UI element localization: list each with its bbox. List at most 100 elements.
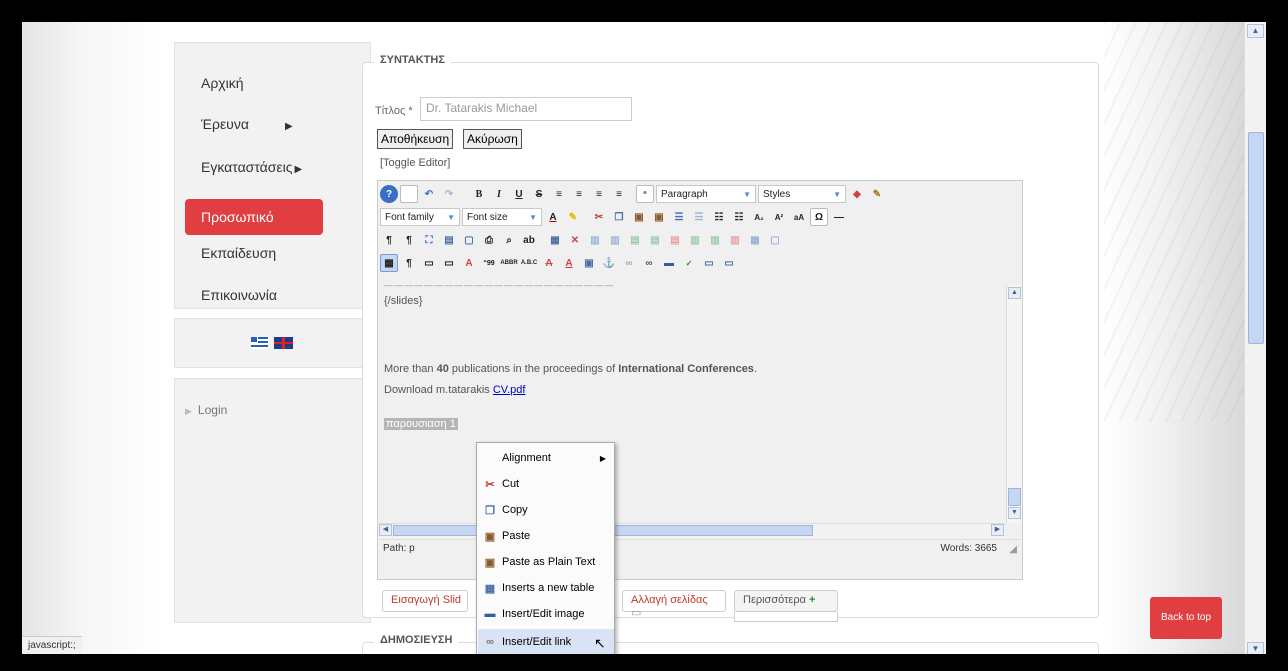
- nav-item-research[interactable]: Έρευνα ▶: [185, 106, 315, 142]
- scroll-down-icon[interactable]: ▼: [1008, 507, 1021, 519]
- help-icon[interactable]: ?: [380, 185, 398, 203]
- link-icon[interactable]: ∞: [640, 254, 658, 272]
- more-button[interactable]: Περισσότερα +: [734, 590, 838, 612]
- split-cells-icon[interactable]: ▦: [746, 231, 764, 249]
- undo-icon[interactable]: ↶: [420, 185, 438, 203]
- preview-icon[interactable]: ▢: [460, 231, 478, 249]
- abbr-icon[interactable]: ABBR: [500, 254, 518, 272]
- format-select[interactable]: Paragraph ▼: [656, 185, 756, 203]
- unlink-icon[interactable]: ∞: [620, 254, 638, 272]
- scroll-thumb[interactable]: [1248, 132, 1264, 344]
- attribs-icon[interactable]: ▣: [580, 254, 598, 272]
- blockquote-icon[interactable]: “: [636, 185, 654, 203]
- highlight-icon[interactable]: ✎: [564, 208, 582, 226]
- align-center-icon[interactable]: ≡: [570, 185, 588, 203]
- cancel-button[interactable]: Ακύρωση: [463, 129, 522, 149]
- visual-aid-icon[interactable]: ▦: [380, 254, 398, 272]
- form-icon[interactable]: ▭: [440, 254, 458, 272]
- menu-item-copy[interactable]: ❐ Copy: [478, 497, 614, 523]
- cite-icon[interactable]: “99: [480, 254, 498, 272]
- insert-text-icon[interactable]: A: [560, 254, 578, 272]
- nav-item-facilities[interactable]: Εγκαταστάσεις ▶: [185, 149, 335, 185]
- new-document-icon[interactable]: [400, 185, 418, 203]
- image-icon[interactable]: ▬: [660, 254, 678, 272]
- title-input[interactable]: Dr. Tatarakis Michael: [420, 97, 632, 121]
- font-color-icon[interactable]: A: [544, 208, 562, 226]
- font-size-select[interactable]: Font size ▼: [462, 208, 542, 226]
- bold-icon[interactable]: B: [470, 185, 488, 203]
- layer-icon[interactable]: ▭: [420, 254, 438, 272]
- anchor-icon[interactable]: ⚓: [600, 254, 618, 272]
- omega-icon[interactable]: Ω: [810, 208, 828, 226]
- row-props-icon[interactable]: ▥: [586, 231, 604, 249]
- paste-icon[interactable]: ▣: [630, 208, 648, 226]
- spellcheck-icon[interactable]: ✓: [680, 254, 698, 272]
- resize-handle-icon[interactable]: ◢: [1009, 544, 1017, 555]
- cv-link[interactable]: CV.pdf: [493, 384, 526, 396]
- nav-item-contact[interactable]: Επικοινωνία: [185, 277, 315, 313]
- insert-row-after-icon[interactable]: ▤: [646, 231, 664, 249]
- scroll-up-icon[interactable]: ▲: [1247, 24, 1264, 38]
- scroll-right-icon[interactable]: ▶: [991, 524, 1004, 536]
- align-right-icon[interactable]: ≡: [590, 185, 608, 203]
- menu-item-cut[interactable]: ✂ Cut: [478, 471, 614, 497]
- subscript-icon[interactable]: A₂: [750, 208, 768, 226]
- nav-item-home[interactable]: Αρχική: [185, 65, 315, 101]
- horizontal-rule-icon[interactable]: —: [830, 208, 848, 226]
- menu-item-insert-image[interactable]: ▬ Insert/Edit image: [478, 601, 614, 627]
- editor-scrollbar[interactable]: ▲ ▼: [1006, 285, 1022, 523]
- bullet-list-icon[interactable]: ☷: [730, 208, 748, 226]
- merge-cells-icon[interactable]: ▢: [766, 231, 784, 249]
- styles-select[interactable]: Styles ▼: [758, 185, 846, 203]
- find-icon[interactable]: ⌕: [500, 231, 518, 249]
- delete-row-icon[interactable]: ▤: [666, 231, 684, 249]
- copy-icon[interactable]: ❐: [610, 208, 628, 226]
- table-icon[interactable]: ▦: [546, 231, 564, 249]
- greek-flag-icon[interactable]: [251, 337, 268, 349]
- menu-item-paste-plain[interactable]: ▣ Paste as Plain Text: [478, 549, 614, 575]
- insert-col-after-icon[interactable]: ▥: [706, 231, 724, 249]
- save-button[interactable]: Αποθήκευση: [377, 129, 454, 149]
- read-more-icon[interactable]: ▭: [720, 254, 738, 272]
- fullscreen-icon[interactable]: ⛶: [420, 231, 438, 249]
- scroll-thumb[interactable]: [1008, 488, 1021, 506]
- outdent-icon[interactable]: ☰: [690, 208, 708, 226]
- scroll-left-icon[interactable]: ◀: [379, 524, 392, 536]
- scroll-down-icon[interactable]: ▼: [1247, 642, 1264, 654]
- editor-content[interactable]: ——————————————————————— {/slides} More t…: [379, 285, 1005, 523]
- align-left-icon[interactable]: ≡: [550, 185, 568, 203]
- align-justify-icon[interactable]: ≡: [610, 185, 628, 203]
- insert-col-icon[interactable]: ▥: [686, 231, 704, 249]
- font-family-select[interactable]: Font family ▼: [380, 208, 460, 226]
- back-to-top-button[interactable]: Back to top: [1150, 597, 1222, 639]
- cell-props-icon[interactable]: ▥: [606, 231, 624, 249]
- insert-row-icon[interactable]: ▤: [626, 231, 644, 249]
- page-break-button[interactable]: Αλλαγή σελίδας ▭: [622, 590, 726, 619]
- nav-item-staff[interactable]: Προσωπικό: [185, 199, 323, 235]
- editor-hscrollbar[interactable]: ◀ ▶: [379, 523, 1005, 537]
- rtl-icon[interactable]: ¶: [400, 231, 418, 249]
- insert-slide-button[interactable]: Εισαγωγή Slid: [382, 590, 468, 612]
- print-icon[interactable]: ⎙: [480, 231, 498, 249]
- eraser-icon[interactable]: ◆: [848, 185, 866, 203]
- menu-item-insert-table[interactable]: ▦ Inserts a new table: [478, 575, 614, 601]
- replace-icon[interactable]: ab: [520, 231, 538, 249]
- login-link[interactable]: ▶ Login: [185, 403, 227, 417]
- page-break-icon[interactable]: ▭: [700, 254, 718, 272]
- text-case-icon[interactable]: aA: [790, 208, 808, 226]
- scissors-icon[interactable]: ✂: [590, 208, 608, 226]
- indent-icon[interactable]: ☰: [670, 208, 688, 226]
- nav-item-education[interactable]: Εκπαίδευση: [185, 235, 315, 271]
- paste-text-icon[interactable]: ▣: [650, 208, 668, 226]
- page-scrollbar[interactable]: ▲ ▼: [1244, 22, 1266, 654]
- pilcrow-icon[interactable]: ¶: [400, 254, 418, 272]
- cleanup-icon[interactable]: ✎: [868, 185, 886, 203]
- numbered-list-icon[interactable]: ☷: [710, 208, 728, 226]
- uk-flag-icon[interactable]: [274, 337, 293, 349]
- delete-text-icon[interactable]: A: [540, 254, 558, 272]
- toggle-editor-link[interactable]: [Toggle Editor]: [380, 157, 450, 169]
- underline-icon[interactable]: U: [510, 185, 528, 203]
- style-props-icon[interactable]: A: [460, 254, 478, 272]
- menu-item-alignment[interactable]: Alignment ▶: [478, 445, 614, 471]
- strikethrough-icon[interactable]: S: [530, 185, 548, 203]
